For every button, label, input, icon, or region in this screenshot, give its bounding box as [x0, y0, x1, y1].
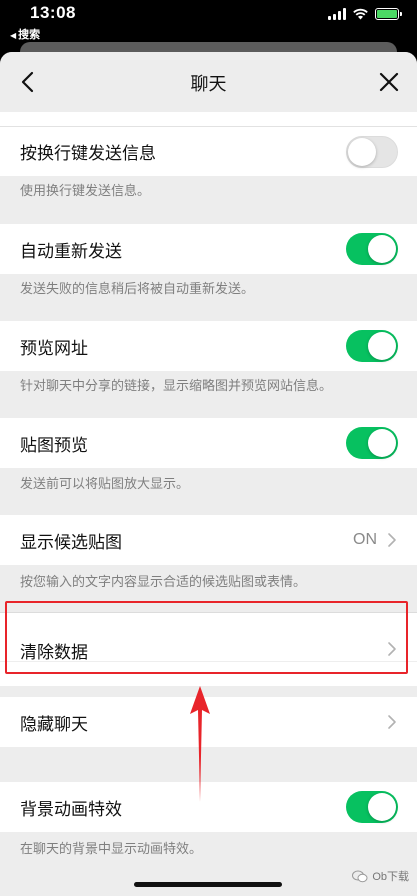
red-arrow-icon — [190, 686, 210, 802]
status-back-link[interactable]: ◀ 搜索 — [10, 26, 40, 42]
background-effects-toggle[interactable] — [346, 791, 398, 823]
row-label: 预览网址 — [20, 338, 88, 358]
signal-icon — [328, 8, 346, 20]
chevron-right-icon — [388, 715, 396, 729]
settings-row-enter-to-send[interactable]: 按换行键发送信息 — [0, 126, 417, 176]
watermark-text: Ob下载 — [372, 871, 409, 883]
row-value: ON — [353, 531, 377, 548]
row-description: 按您输入的文字内容显示合适的候选贴图或表情。 — [20, 574, 307, 589]
settings-row-preview-url[interactable]: 预览网址 — [0, 321, 417, 371]
row-description: 发送失败的信息稍后将被自动重新发送。 — [20, 281, 255, 296]
watermark: Ob下载 — [352, 868, 409, 884]
status-back-label: 搜索 — [18, 29, 41, 41]
row-label: 背景动画特效 — [20, 799, 122, 819]
row-description: 发送前可以将贴图放大显示。 — [20, 476, 190, 491]
status-indicators — [328, 8, 402, 20]
close-icon[interactable] — [375, 68, 403, 96]
enter-to-send-toggle[interactable] — [346, 135, 398, 168]
row-label: 隐藏聊天 — [20, 714, 88, 734]
battery-icon — [375, 8, 402, 20]
sticker-preview-toggle[interactable] — [346, 427, 398, 459]
settings-row-sticker-preview[interactable]: 贴图预览 — [0, 418, 417, 468]
row-description: 针对聊天中分享的链接，显示缩略图并预览网站信息。 — [20, 378, 333, 393]
spacer-row — [0, 112, 417, 126]
nav-bar: 聊天 — [0, 52, 417, 112]
status-bar: 13:08 ◀ 搜索 — [0, 0, 417, 44]
back-triangle-icon: ◀ — [10, 31, 17, 40]
highlight-annotation-box — [5, 601, 408, 674]
page-title: 聊天 — [190, 74, 227, 94]
row-description: 在聊天的背景中显示动画特效。 — [20, 841, 203, 856]
wechat-logo-icon — [352, 870, 368, 882]
auto-resend-toggle[interactable] — [346, 233, 398, 265]
row-label: 按换行键发送信息 — [20, 144, 156, 163]
chevron-right-icon — [388, 533, 396, 547]
wifi-icon — [353, 8, 368, 20]
preview-url-toggle[interactable] — [346, 330, 398, 362]
row-label: 贴图预览 — [20, 435, 88, 455]
row-label: 自动重新发送 — [20, 241, 122, 261]
home-indicator[interactable] — [134, 882, 282, 887]
settings-row-auto-resend[interactable]: 自动重新发送 — [0, 224, 417, 274]
settings-row-suggest-stickers[interactable]: 显示候选贴图 ON — [0, 515, 417, 565]
status-time: 13:08 — [30, 3, 76, 22]
row-description: 使用换行键发送信息。 — [20, 183, 151, 198]
row-label: 显示候选贴图 — [20, 532, 122, 552]
